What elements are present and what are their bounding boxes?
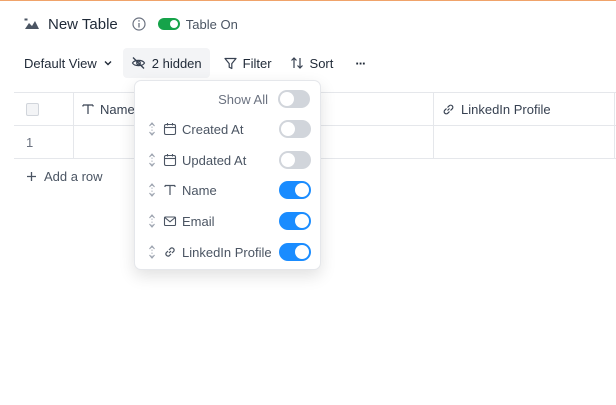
text-type-icon	[82, 104, 94, 114]
field-visibility-toggle[interactable]	[279, 120, 311, 138]
mail-icon	[163, 216, 177, 227]
field-label: Created At	[182, 121, 244, 137]
table-status-label: Table On	[185, 16, 238, 32]
field-visibility-toggle[interactable]	[279, 151, 311, 169]
column-header-linkedin[interactable]: LinkedIn Profile	[434, 93, 615, 125]
view-selector-label: Default View	[24, 55, 97, 71]
page-title: New Table	[48, 15, 118, 33]
column-header-label: LinkedIn Profile	[461, 101, 551, 117]
field-visibility-toggle[interactable]	[279, 181, 311, 199]
field-visibility-toggle[interactable]	[279, 212, 311, 230]
calendar-icon	[163, 154, 177, 167]
table-icon	[24, 18, 39, 29]
sort-button[interactable]: Sort	[282, 48, 342, 78]
more-options-button[interactable]: ···	[347, 48, 373, 78]
select-all-cell	[14, 93, 74, 125]
field-label: Updated At	[182, 152, 247, 168]
field-visibility-toggle[interactable]	[279, 243, 311, 261]
filter-icon	[224, 57, 237, 69]
text-type-icon	[164, 184, 176, 195]
drag-handle-icon[interactable]	[147, 121, 157, 137]
field-row-name: Name	[135, 179, 322, 201]
field-row-created-at: Created At	[135, 118, 322, 140]
sort-label: Sort	[309, 55, 334, 71]
table-status-toggle[interactable]	[157, 18, 180, 30]
hidden-fields-button[interactable]: 2 hidden	[122, 48, 210, 78]
add-row-button[interactable]: Add a row	[26, 166, 103, 186]
show-all-label: Show All	[218, 91, 268, 107]
show-all-row: Show All	[135, 88, 322, 110]
filter-label: Filter	[242, 55, 272, 71]
field-label: LinkedIn Profile	[182, 244, 272, 260]
add-row-label: Add a row	[44, 168, 103, 184]
info-icon[interactable]	[132, 17, 146, 31]
field-label: Email	[182, 213, 215, 229]
chevron-down-icon	[104, 61, 112, 66]
field-row-email: Email	[135, 210, 322, 232]
drag-handle-icon[interactable]	[147, 244, 157, 260]
calendar-icon	[163, 123, 177, 136]
filter-button[interactable]: Filter	[216, 48, 280, 78]
hidden-fields-label: 2 hidden	[151, 55, 202, 71]
drag-handle-icon[interactable]	[147, 213, 157, 229]
field-row-updated-at: Updated At	[135, 149, 322, 171]
field-row-linkedin-profile: LinkedIn Profile	[135, 241, 322, 263]
view-selector-button[interactable]: Default View	[16, 48, 121, 78]
show-all-toggle[interactable]	[278, 90, 310, 108]
top-accent-line	[0, 0, 616, 1]
column-header-label: Name	[100, 101, 135, 117]
sort-icon	[290, 57, 303, 69]
hidden-fields-popover: Show All Created At Updated At Name Emai…	[134, 80, 321, 270]
link-icon	[443, 104, 454, 114]
link-icon	[165, 247, 175, 257]
more-options-icon: ···	[355, 55, 366, 71]
drag-handle-icon[interactable]	[147, 152, 157, 168]
table-header: New Table Table On	[24, 13, 238, 35]
row-number: 1	[26, 134, 34, 150]
linkedin-cell[interactable]	[434, 126, 615, 158]
row-number-cell[interactable]: 1	[14, 126, 74, 158]
drag-handle-icon[interactable]	[147, 182, 157, 198]
field-label: Name	[182, 182, 217, 198]
view-toolbar: Default View 2 hidden Filter Sort ···	[16, 48, 373, 78]
plus-icon	[27, 171, 36, 181]
select-all-checkbox[interactable]	[26, 102, 39, 116]
eye-off-icon	[131, 57, 145, 69]
